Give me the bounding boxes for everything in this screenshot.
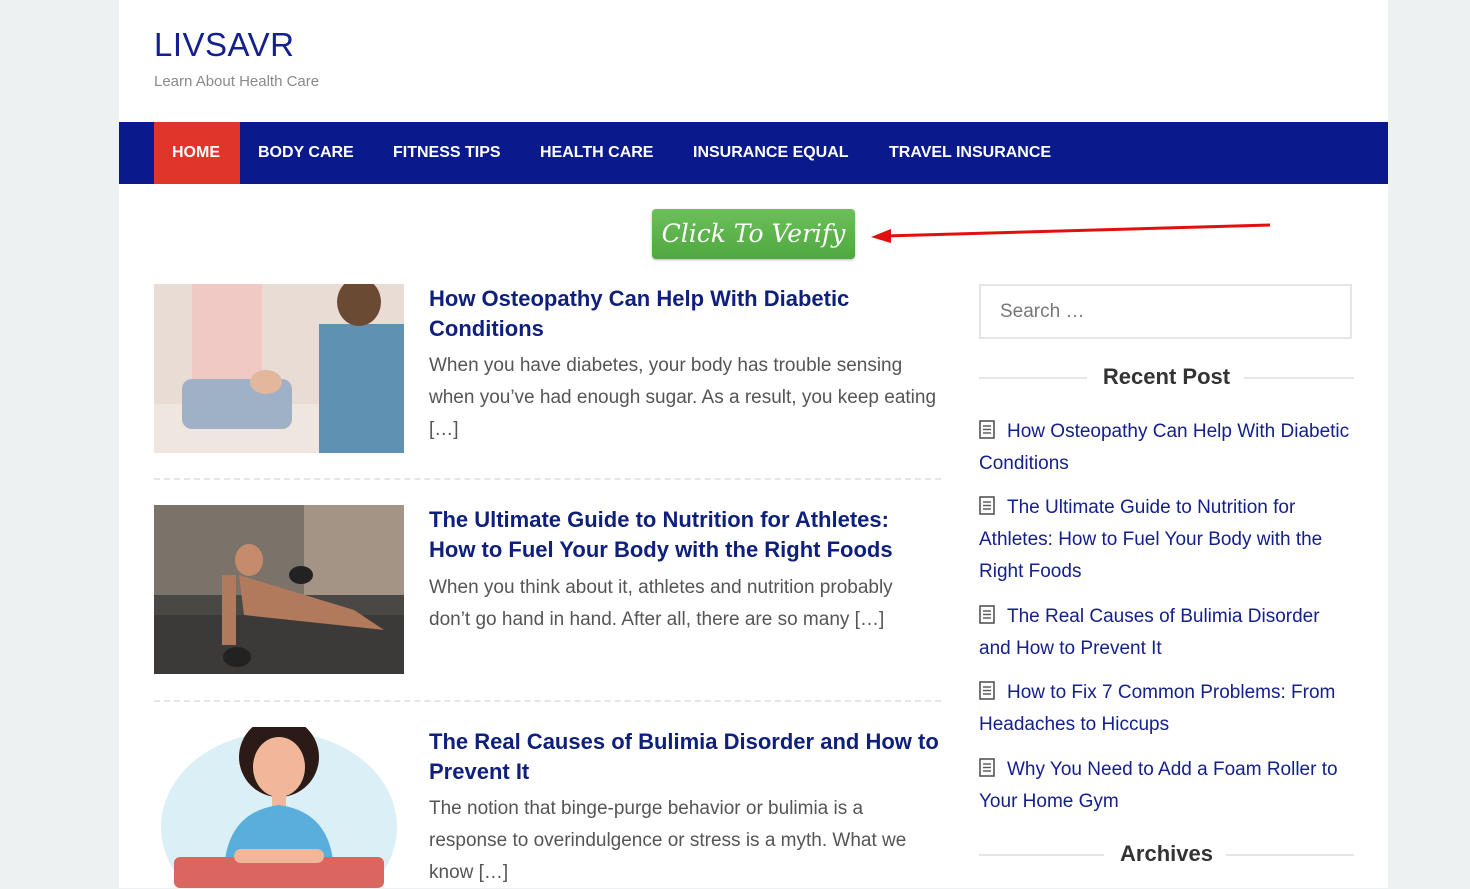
recent-post-link[interactable]: The Real Causes of Bulimia Disorder and …: [979, 601, 1354, 665]
recent-post-link[interactable]: Why You Need to Add a Foam Roller to You…: [979, 754, 1354, 818]
red-arrow-icon: [871, 223, 1271, 243]
post-divider: [154, 478, 941, 480]
post-thumbnail[interactable]: [154, 727, 404, 888]
post-thumbnail[interactable]: [154, 284, 404, 453]
recent-post-heading: Recent Post: [979, 364, 1354, 390]
nav-item-fitness-tips[interactable]: FITNESS TIPS: [375, 122, 519, 184]
post-excerpt: When you have diabetes, your body has tr…: [429, 355, 937, 440]
nav-item-insurance-equal[interactable]: INSURANCE EQUAL: [675, 122, 867, 184]
post-title-link[interactable]: The Real Causes of Bulimia Disorder and …: [429, 727, 939, 787]
recent-post-link[interactable]: How Osteopathy Can Help With Diabetic Co…: [979, 416, 1354, 480]
archives-heading: Archives: [979, 841, 1354, 867]
document-icon: [979, 758, 995, 777]
document-icon: [979, 605, 995, 624]
recent-post-link[interactable]: How to Fix 7 Common Problems: From Heada…: [979, 677, 1354, 741]
recent-post-link[interactable]: The Ultimate Guide to Nutrition for Athl…: [979, 492, 1354, 588]
post-title-link[interactable]: The Ultimate Guide to Nutrition for Athl…: [429, 505, 939, 565]
post-excerpt: The notion that binge-purge behavior or …: [429, 798, 907, 883]
post-item: The Ultimate Guide to Nutrition for Athl…: [154, 505, 941, 680]
document-icon: [979, 420, 995, 439]
site-tagline: Learn About Health Care: [154, 73, 320, 90]
nav-item-travel-insurance[interactable]: TRAVEL INSURANCE: [871, 122, 1069, 184]
document-icon: [979, 681, 995, 700]
post-thumbnail[interactable]: [154, 505, 404, 674]
search-input[interactable]: Search …: [979, 284, 1352, 339]
nav-item-home[interactable]: HOME: [154, 122, 240, 184]
document-icon: [979, 496, 995, 515]
nav-item-body-care[interactable]: BODY CARE: [240, 122, 372, 184]
post-item: The Real Causes of Bulimia Disorder and …: [154, 727, 941, 888]
main-nav: HOME BODY CARE FITNESS TIPS HEALTH CARE …: [119, 122, 1388, 184]
post-divider: [154, 700, 941, 702]
click-to-verify-button[interactable]: Click To Verify: [652, 209, 855, 259]
page-container: LIVSAVR Learn About Health Care HOME BOD…: [119, 0, 1388, 888]
post-title-link[interactable]: How Osteopathy Can Help With Diabetic Co…: [429, 284, 939, 344]
post-excerpt: When you think about it, athletes and nu…: [429, 577, 893, 630]
site-title[interactable]: LIVSAVR: [154, 26, 294, 64]
nav-item-health-care[interactable]: HEALTH CARE: [522, 122, 671, 184]
post-item: How Osteopathy Can Help With Diabetic Co…: [154, 284, 941, 459]
